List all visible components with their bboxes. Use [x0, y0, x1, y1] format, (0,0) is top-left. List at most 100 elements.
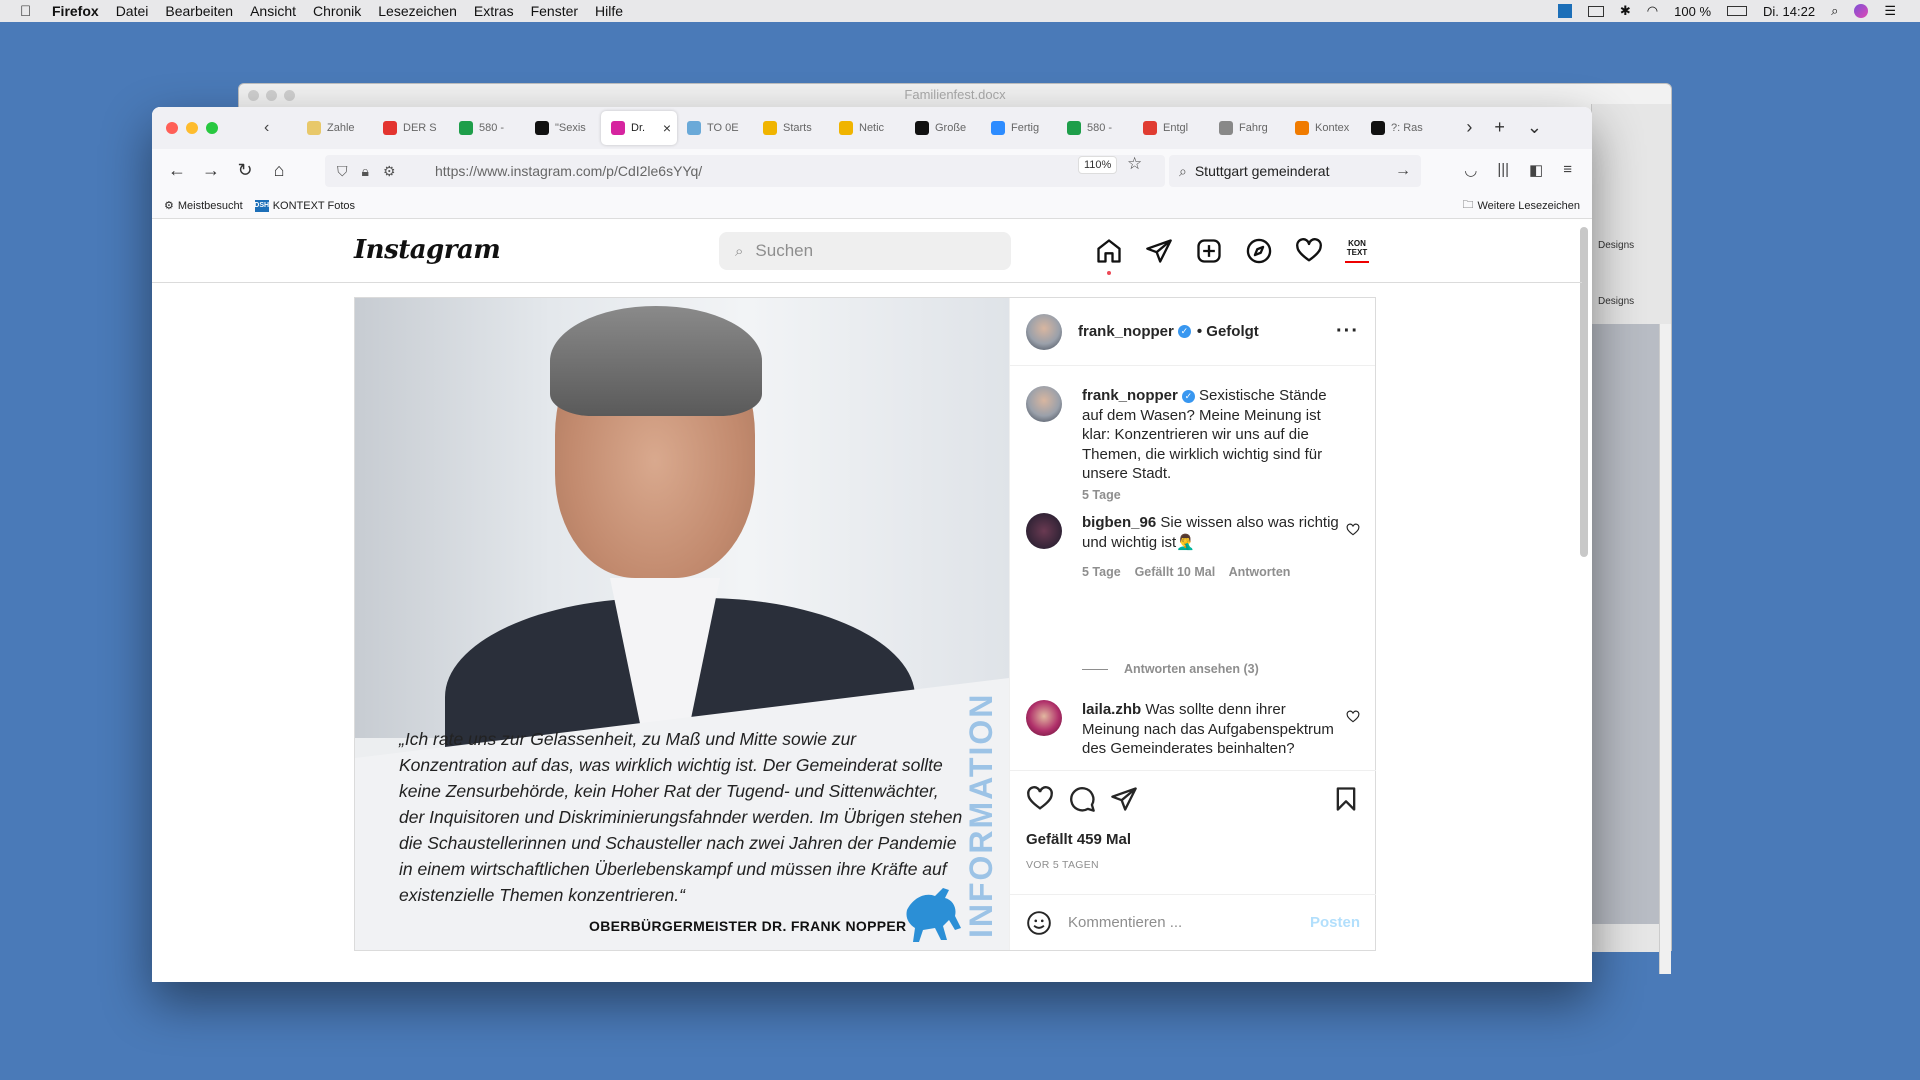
browser-tab[interactable]: "Sexis	[525, 111, 601, 145]
new-tab-plus-icon[interactable]: +	[1494, 117, 1505, 138]
comment-age[interactable]: 5 Tage	[1082, 565, 1121, 579]
comment-like-heart-icon[interactable]	[1346, 710, 1360, 724]
menu-fenster[interactable]: Fenster	[531, 3, 578, 19]
pocket-icon[interactable]: ◡	[1464, 161, 1477, 179]
close-tab-icon[interactable]: ×	[663, 120, 671, 136]
control-center-icon[interactable]: ☰	[1884, 3, 1896, 19]
browser-tab[interactable]: 580 -	[1057, 111, 1133, 145]
post-image[interactable]: „Ich rate uns zur Gelassenheit, zu Maß u…	[355, 298, 1009, 950]
close-window-button[interactable]	[166, 122, 178, 134]
sidebar-icon[interactable]: ◧	[1529, 161, 1543, 179]
comment-likes[interactable]: Gefällt 10 Mal	[1135, 565, 1216, 579]
chevron-left-icon[interactable]: ‹	[264, 119, 269, 137]
post-date[interactable]: VOR 5 TAGEN	[1026, 859, 1099, 871]
minimize-window-button[interactable]	[186, 122, 198, 134]
word-zoom-light[interactable]	[284, 90, 295, 101]
list-all-tabs-chevron-down-icon[interactable]: ⌄	[1527, 117, 1542, 138]
like-count[interactable]: Gefällt 459 Mal	[1026, 831, 1131, 848]
lock-icon[interactable]: 🔒︎	[362, 163, 369, 180]
siri-icon[interactable]	[1854, 4, 1869, 18]
back-arrow-icon[interactable]: ←	[166, 160, 188, 181]
save-bookmark-icon[interactable]	[1332, 785, 1360, 813]
direct-paper-plane-icon[interactable]	[1145, 237, 1173, 265]
commenter-avatar[interactable]	[1026, 513, 1062, 549]
comment-input[interactable]: Kommentieren ...	[1068, 914, 1182, 931]
word-designs-label[interactable]: Designs	[1598, 240, 1634, 251]
forward-arrow-icon[interactable]: →	[200, 160, 222, 181]
comment-bubble-icon[interactable]	[1068, 785, 1096, 813]
browser-tab[interactable]: Zahle	[297, 111, 373, 145]
other-bookmarks[interactable]: 🗀 Weitere Lesezeichen	[1462, 196, 1580, 215]
share-paper-plane-icon[interactable]	[1110, 785, 1138, 813]
new-post-plus-icon[interactable]	[1195, 237, 1223, 265]
caption-age[interactable]: 5 Tage	[1082, 488, 1121, 502]
menu-ansicht[interactable]: Ansicht	[250, 3, 296, 19]
clock[interactable]: Di. 14:22	[1763, 4, 1815, 19]
menu-app-name[interactable]: Firefox	[52, 3, 99, 19]
search-text[interactable]: Stuttgart gemeinderat	[1195, 163, 1330, 179]
browser-tab[interactable]: Fertig	[981, 111, 1057, 145]
search-bar[interactable]: ⌕ Stuttgart gemeinderat →	[1169, 155, 1421, 187]
menu-bearbeiten[interactable]: Bearbeiten	[165, 3, 233, 19]
bookmark-kontext-fotos[interactable]: DSH KONTEXT Fotos	[254, 199, 355, 212]
browser-tab[interactable]: Große	[905, 111, 981, 145]
word-scrollbar[interactable]	[1659, 324, 1671, 974]
bookmark-star-icon[interactable]: ☆	[1127, 154, 1142, 174]
author-username[interactable]: frank_nopper	[1078, 323, 1174, 340]
author-avatar[interactable]	[1026, 386, 1062, 422]
reload-icon[interactable]: ↻	[234, 160, 256, 181]
menu-extras[interactable]: Extras	[474, 3, 514, 19]
follow-status[interactable]: • Gefolgt	[1197, 323, 1259, 340]
battery-icon[interactable]	[1727, 6, 1748, 16]
like-heart-icon[interactable]	[1026, 785, 1054, 813]
browser-tab[interactable]: Starts	[753, 111, 829, 145]
chevron-right-icon[interactable]: ›	[1466, 117, 1472, 138]
word-minimize-light[interactable]	[266, 90, 277, 101]
post-comment-button[interactable]: Posten	[1310, 914, 1360, 931]
instagram-search-input[interactable]: ⌕ Suchen	[719, 232, 1011, 270]
browser-tab[interactable]: Entgl	[1133, 111, 1209, 145]
comment-like-heart-icon[interactable]	[1346, 523, 1360, 537]
tracking-shield-icon[interactable]: ⛉	[337, 163, 348, 180]
view-replies-button[interactable]: Antworten ansehen (3)	[1082, 662, 1259, 676]
spotlight-search-icon[interactable]: ⌕	[1831, 3, 1838, 19]
permissions-icon[interactable]: ⚙︎	[383, 163, 396, 180]
word-designs-label-2[interactable]: Designs	[1598, 296, 1634, 307]
browser-tab[interactable]: Dr. ×	[601, 111, 677, 145]
bookmark-most-visited[interactable]: ⚙ Meistbesucht	[164, 199, 243, 213]
search-go-arrow-icon[interactable]: →	[1395, 162, 1411, 180]
instagram-logo[interactable]: Instagram	[354, 235, 501, 265]
airplay-icon[interactable]	[1587, 5, 1604, 17]
zoom-window-button[interactable]	[206, 122, 218, 134]
caption-username[interactable]: frank_nopper	[1082, 387, 1178, 404]
activity-heart-icon[interactable]	[1295, 237, 1323, 265]
browser-tab[interactable]: 580 -	[449, 111, 525, 145]
apple-menu-icon[interactable]: 	[20, 3, 38, 20]
profile-avatar[interactable]: KON TEXT	[1345, 239, 1369, 263]
wifi-icon[interactable]: ◠	[1647, 3, 1658, 19]
menu-datei[interactable]: Datei	[116, 3, 149, 19]
browser-tab[interactable]: TO 0E	[677, 111, 753, 145]
browser-tab[interactable]: DER S	[373, 111, 449, 145]
author-avatar[interactable]	[1026, 313, 1062, 350]
menu-chronik[interactable]: Chronik	[313, 3, 361, 19]
home-icon[interactable]	[1095, 237, 1123, 275]
more-options-icon[interactable]: ···	[1336, 320, 1359, 343]
browser-tab[interactable]: Netic	[829, 111, 905, 145]
explore-compass-icon[interactable]	[1245, 237, 1273, 265]
word-close-light[interactable]	[248, 90, 259, 101]
zoom-indicator[interactable]: 110%	[1078, 156, 1118, 174]
menu-lesezeichen[interactable]: Lesezeichen	[378, 3, 457, 19]
comment-username[interactable]: bigben_96	[1082, 514, 1156, 531]
comment-reply-button[interactable]: Antworten	[1229, 565, 1291, 579]
browser-tab[interactable]: Fahrg	[1209, 111, 1285, 145]
url-bar[interactable]: ⛉ 🔒︎ ⚙︎ https://www.instagram.com/p/CdI2…	[325, 155, 1165, 187]
commenter-avatar[interactable]	[1026, 700, 1062, 736]
url-text[interactable]: https://www.instagram.com/p/CdI2le6sYYq/	[435, 163, 702, 179]
dictation-app-icon[interactable]	[1557, 4, 1572, 18]
browser-tab[interactable]: Kontex	[1285, 111, 1361, 145]
library-icon[interactable]: |||	[1497, 161, 1509, 179]
browser-tab[interactable]: ?: Ras	[1361, 111, 1437, 145]
home-icon[interactable]: ⌂	[268, 160, 290, 181]
hamburger-menu-icon[interactable]: ≡	[1563, 161, 1572, 179]
